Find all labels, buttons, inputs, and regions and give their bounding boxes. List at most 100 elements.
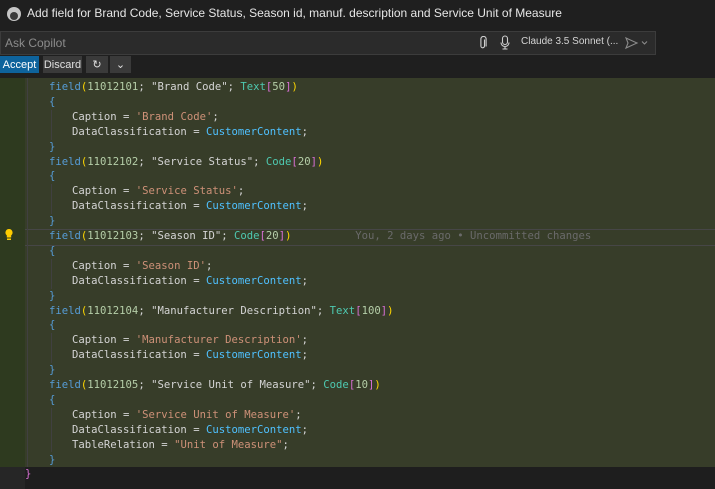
dataclassification-value: CustomerContent xyxy=(205,125,302,138)
semicolon: ; xyxy=(205,259,213,272)
code-line: DataClassification = CustomerContent; xyxy=(72,199,308,214)
field-type: Text xyxy=(240,81,266,93)
tablerelation-value: "Unit of Measure" xyxy=(174,438,283,451)
field-id: 11012104 xyxy=(87,304,139,317)
paperclip-icon[interactable] xyxy=(478,36,488,50)
field-keyword: field xyxy=(49,81,81,93)
operator: = xyxy=(116,110,136,123)
field-length: 20 xyxy=(297,155,311,168)
field-name: "Manufacturer Description" xyxy=(151,304,317,317)
dataclassification-value: CustomerContent xyxy=(205,274,302,287)
operator: = xyxy=(186,200,206,213)
dataclassification-value: CustomerContent xyxy=(205,349,302,362)
field-name: "Service Unit of Measure" xyxy=(151,379,311,391)
brace: } xyxy=(49,364,56,377)
diff-gutter-highlight xyxy=(0,78,25,467)
field-type: Code xyxy=(234,230,260,242)
code-line: } xyxy=(49,289,55,304)
caption-property: Caption xyxy=(72,110,117,123)
field-type: Text xyxy=(329,304,356,317)
semicolon: ; xyxy=(138,230,152,242)
operator: = xyxy=(154,438,175,451)
indent-guide xyxy=(51,109,52,140)
code-line: { xyxy=(49,169,55,184)
title-bar: Add field for Brand Code, Service Status… xyxy=(0,0,715,29)
discard-button[interactable]: Discard xyxy=(43,56,82,73)
operator: = xyxy=(116,185,136,198)
indent-guide xyxy=(51,258,52,289)
chevron-down-icon[interactable]: ⌄ xyxy=(110,56,131,73)
code-line: field(11012102; "Service Status"; Code[2… xyxy=(49,155,323,170)
dataclassification-property: DataClassification xyxy=(72,349,187,362)
semicolon: ; xyxy=(138,81,152,93)
semicolon: ; xyxy=(301,200,309,213)
microphone-icon[interactable] xyxy=(499,35,511,51)
semicolon: ; xyxy=(316,304,330,317)
caption-value: 'Season ID' xyxy=(135,259,206,272)
tablerelation-property: TableRelation xyxy=(72,438,155,451)
code-line: field(11012103; "Season ID"; Code[20]) Y… xyxy=(49,229,591,244)
indent-guide xyxy=(27,78,28,468)
field-keyword: field xyxy=(49,155,81,168)
caption-value: 'Service Unit of Measure' xyxy=(135,408,296,421)
brace: { xyxy=(49,244,56,257)
semicolon: ; xyxy=(221,230,235,242)
code-line: field(11012101; "Brand Code"; Text[50]) xyxy=(49,80,298,95)
redo-icon[interactable]: ↻ xyxy=(86,56,108,73)
lightbulb-icon[interactable] xyxy=(4,228,14,242)
code-line: Caption = 'Service Unit of Measure'; xyxy=(72,408,302,423)
semicolon: ; xyxy=(301,334,309,347)
dataclassification-property: DataClassification xyxy=(72,423,187,436)
code-line: TableRelation = "Unit of Measure"; xyxy=(72,438,289,453)
operator: = xyxy=(186,349,206,362)
field-length: 20 xyxy=(265,230,279,242)
send-icon[interactable] xyxy=(624,36,650,50)
field-type: Code xyxy=(265,155,292,168)
code-line: } xyxy=(49,363,55,378)
field-id: 11012103 xyxy=(87,230,139,242)
code-editor[interactable]: field(11012101; "Brand Code"; Text[50]){… xyxy=(0,78,715,489)
blame-annotation: You, 2 days ago • Uncommitted changes xyxy=(291,230,592,242)
brace: } xyxy=(49,453,56,466)
code-line: DataClassification = CustomerContent; xyxy=(72,274,308,289)
model-selector[interactable]: Claude 3.5 Sonnet (... xyxy=(521,36,618,47)
copilot-avatar-icon xyxy=(7,7,21,21)
code-line: { xyxy=(49,95,55,110)
field-name: "Brand Code" xyxy=(151,81,228,93)
paren: ) xyxy=(291,81,298,93)
field-name: "Service Status" xyxy=(151,155,254,168)
brace: { xyxy=(49,170,56,183)
code-line: Caption = 'Manufacturer Description'; xyxy=(72,333,308,348)
field-type: Code xyxy=(323,379,349,391)
field-keyword: field xyxy=(49,379,81,391)
chat-title: Add field for Brand Code, Service Status… xyxy=(27,6,562,20)
accept-button[interactable]: Accept xyxy=(0,56,39,73)
semicolon: ; xyxy=(212,110,219,123)
code-line: } xyxy=(49,140,55,155)
caption-value: 'Brand Code' xyxy=(135,110,213,123)
semicolon: ; xyxy=(253,155,266,168)
code-line: DataClassification = CustomerContent; xyxy=(72,423,308,438)
brace: } xyxy=(49,140,56,153)
field-length: 50 xyxy=(272,81,286,93)
code-line: Caption = 'Brand Code'; xyxy=(72,110,219,125)
outer-brace: } xyxy=(25,468,32,481)
field-length: 100 xyxy=(361,304,381,317)
paren: ) xyxy=(374,379,381,391)
paren: ) xyxy=(387,304,394,317)
code-line: Caption = 'Season ID'; xyxy=(72,259,212,274)
caption-property: Caption xyxy=(72,259,117,272)
operator: = xyxy=(116,334,136,347)
semicolon: ; xyxy=(301,349,309,362)
semicolon: ; xyxy=(138,379,152,391)
field-id: 11012101 xyxy=(87,81,139,93)
ask-copilot-bar: Claude 3.5 Sonnet (... xyxy=(0,31,656,55)
dataclassification-property: DataClassification xyxy=(72,125,187,138)
dataclassification-property: DataClassification xyxy=(72,274,187,287)
paren: ) xyxy=(316,155,324,168)
ask-copilot-input[interactable] xyxy=(5,32,385,54)
caption-property: Caption xyxy=(72,408,117,421)
semicolon: ; xyxy=(301,274,309,287)
caption-value: 'Service Status' xyxy=(135,185,238,198)
caption-property: Caption xyxy=(72,334,117,347)
